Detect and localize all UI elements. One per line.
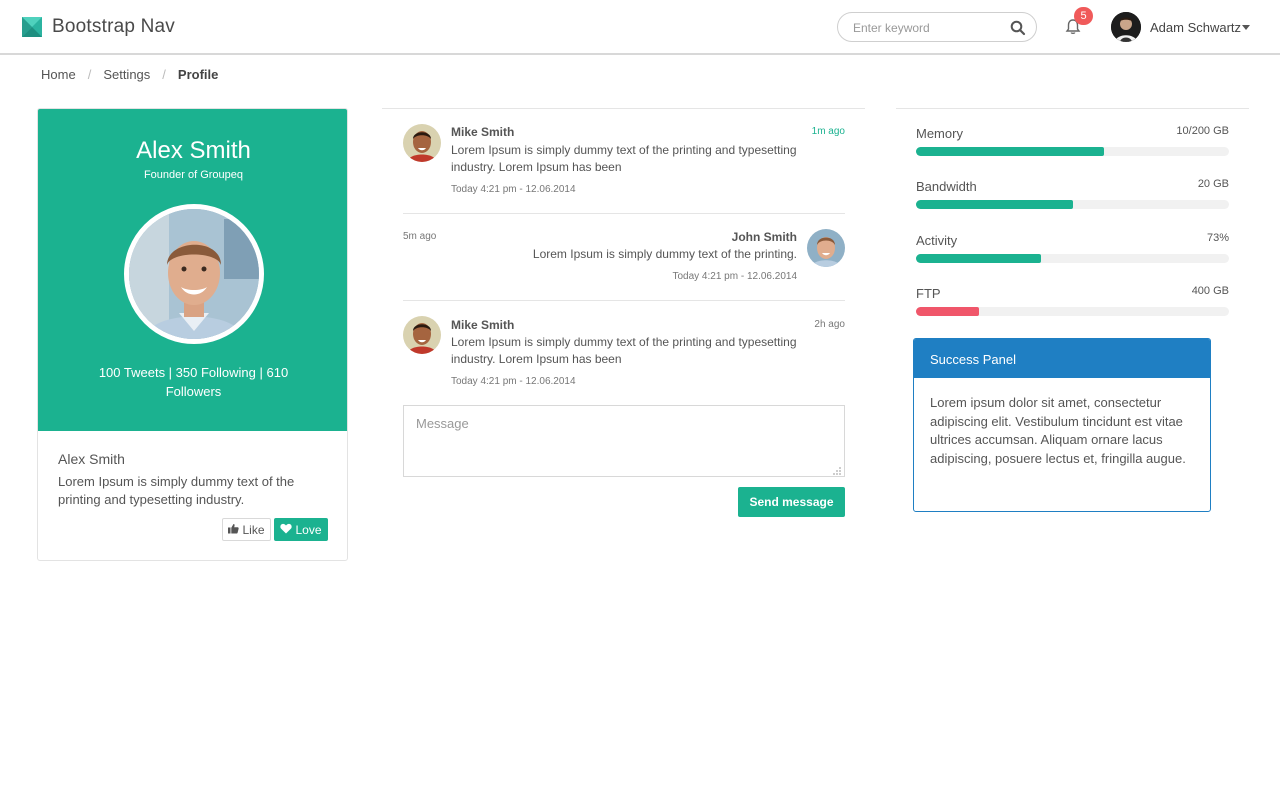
avatar[interactable] xyxy=(807,229,845,267)
search-icon[interactable] xyxy=(1010,20,1026,36)
message-date: Today 4:21 pm - 12.06.2014 xyxy=(451,376,576,387)
breadcrumb-separator: / xyxy=(87,67,92,82)
progress-track xyxy=(916,254,1229,263)
profile-role: Founder of Groupeq xyxy=(143,169,244,181)
heart-icon xyxy=(280,523,293,537)
top-navbar: Bootstrap Nav 5 Adam Schwartz xyxy=(0,0,1280,55)
profile-card: Alex Smith Founder of Groupeq 100 Tweets… xyxy=(37,108,348,561)
progress-fill xyxy=(916,307,979,316)
stat-value: 400 GB xyxy=(1191,285,1229,297)
breadcrumb-home[interactable]: Home xyxy=(41,67,76,82)
message-time: 1m ago xyxy=(811,126,845,137)
love-label: Love xyxy=(295,522,322,537)
breadcrumb-separator: / xyxy=(162,67,166,82)
thumbs-up-icon xyxy=(228,523,240,537)
stat-activity: Activity 73% xyxy=(916,232,1229,273)
stat-value: 10/200 GB xyxy=(1176,125,1229,137)
stat-label: Bandwidth xyxy=(916,179,977,194)
brand-name: Bootstrap Nav xyxy=(52,16,175,37)
avatar[interactable] xyxy=(403,316,441,354)
breadcrumb: Home / Settings / Profile xyxy=(41,67,218,82)
stat-bandwidth: Bandwidth 20 GB xyxy=(916,178,1229,219)
message-date: Today 4:21 pm - 12.06.2014 xyxy=(672,271,797,282)
message-date: Today 4:21 pm - 12.06.2014 xyxy=(451,184,576,195)
stat-label: FTP xyxy=(916,286,941,301)
search-input[interactable] xyxy=(853,19,1003,37)
stats-panel-top-border xyxy=(896,108,1249,109)
profile-bio: Lorem Ipsum is simply dummy text of the … xyxy=(58,474,295,507)
message-text: Lorem Ipsum is simply dummy text of the … xyxy=(451,335,797,366)
user-avatar[interactable] xyxy=(1111,12,1141,42)
progress-track xyxy=(916,200,1229,209)
like-label: Like xyxy=(242,522,265,537)
progress-track xyxy=(916,307,1229,316)
progress-fill xyxy=(916,200,1073,209)
stat-value: 73% xyxy=(1206,232,1229,244)
success-panel: Success Panel Lorem ipsum dolor sit amet… xyxy=(913,338,1211,512)
message-box xyxy=(403,405,845,477)
message-author: John Smith xyxy=(731,230,797,244)
message-time: 2h ago xyxy=(814,319,845,330)
stat-value: 20 GB xyxy=(1197,178,1229,190)
profile-bottom-name: Alex Smith xyxy=(58,451,125,467)
profile-photo xyxy=(124,204,264,344)
progress-track xyxy=(916,147,1229,156)
breadcrumb-settings[interactable]: Settings xyxy=(103,67,150,82)
brand-logo-icon xyxy=(22,17,42,37)
message-text: Lorem Ipsum is simply dummy text of the … xyxy=(451,143,797,174)
success-panel-body: Lorem ipsum dolor sit amet, consectetur … xyxy=(930,395,1186,466)
send-message-button[interactable]: Send message xyxy=(738,487,845,517)
message-divider xyxy=(403,213,845,214)
message-input[interactable] xyxy=(404,406,844,476)
search-box xyxy=(837,12,1037,42)
message-author: Mike Smith xyxy=(451,125,515,139)
stat-label: Activity xyxy=(916,233,958,248)
profile-header: Alex Smith Founder of Groupeq 100 Tweets… xyxy=(38,109,347,431)
message-author: Mike Smith xyxy=(451,318,515,332)
stat-ftp: FTP 400 GB xyxy=(916,285,1229,326)
progress-fill xyxy=(916,147,1104,156)
like-button[interactable]: Like xyxy=(222,518,271,541)
profile-name: Alex Smith xyxy=(136,137,251,164)
progress-fill xyxy=(916,254,1042,263)
user-name[interactable]: Adam Schwartz xyxy=(1150,20,1241,35)
breadcrumb-active: Profile xyxy=(177,67,219,82)
stat-memory: Memory 10/200 GB xyxy=(916,125,1229,166)
profile-stats: 100 Tweets | 350 Following | 610 Followe… xyxy=(98,365,289,399)
caret-down-icon[interactable] xyxy=(1242,25,1250,30)
love-button[interactable]: Love xyxy=(274,518,328,541)
message-divider xyxy=(403,300,845,301)
avatar[interactable] xyxy=(403,124,441,162)
message-time: 5m ago xyxy=(403,231,437,242)
message-text: Lorem Ipsum is simply dummy text of the … xyxy=(532,247,797,261)
success-panel-title: Success Panel xyxy=(914,339,1210,378)
stat-label: Memory xyxy=(916,126,963,141)
chat-panel-top-border xyxy=(382,108,865,109)
notification-badge[interactable]: 5 xyxy=(1074,7,1093,25)
resize-grip-icon[interactable] xyxy=(832,464,842,475)
brand[interactable]: Bootstrap Nav xyxy=(22,16,175,38)
